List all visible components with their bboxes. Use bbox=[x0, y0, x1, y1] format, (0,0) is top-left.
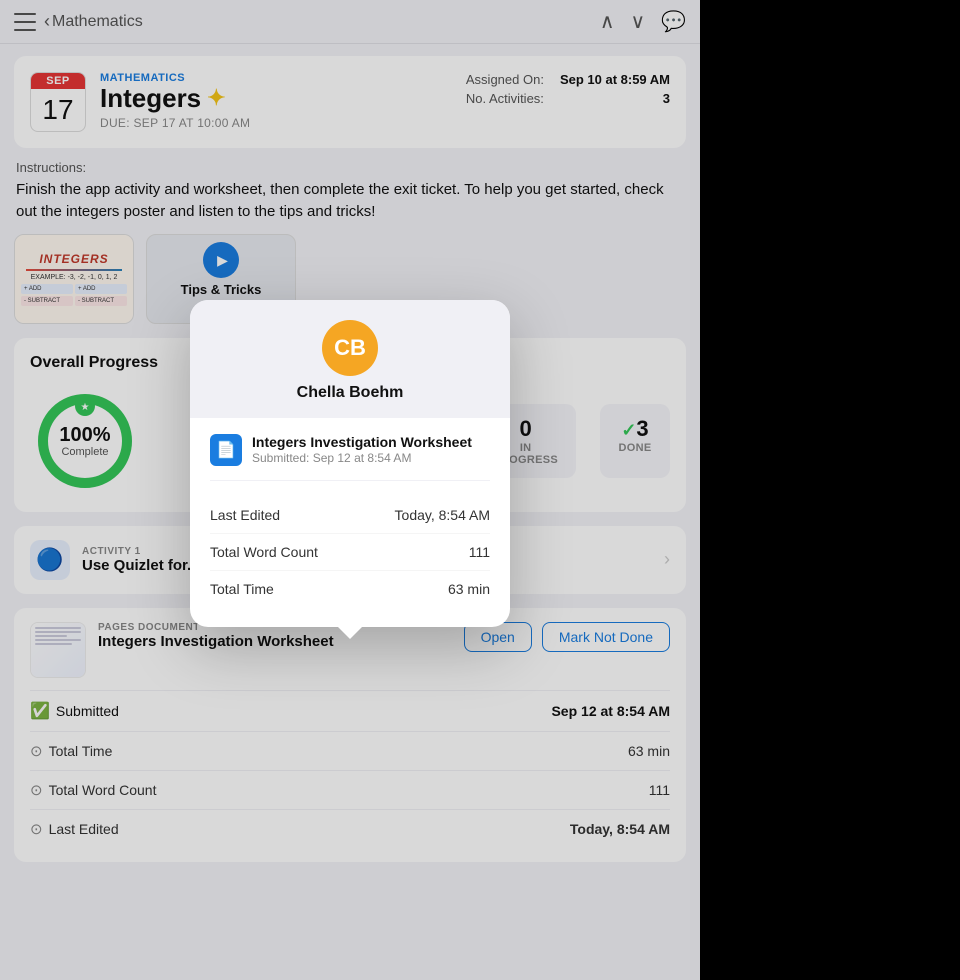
popup-body: 📄 Integers Investigation Worksheet Submi… bbox=[190, 418, 510, 627]
popup-word-count-val: 111 bbox=[469, 544, 490, 560]
student-avatar: CB bbox=[322, 320, 378, 376]
popup-last-edited-val: Today, 8:54 AM bbox=[395, 507, 490, 523]
popup-doc-name: Integers Investigation Worksheet bbox=[252, 434, 490, 451]
popup-arrow bbox=[338, 627, 362, 639]
popup-word-count-label: Total Word Count bbox=[210, 544, 318, 560]
popup-last-edited-label: Last Edited bbox=[210, 507, 280, 523]
student-name: Chella Boehm bbox=[210, 384, 490, 402]
popup-last-edited-row: Last Edited Today, 8:54 AM bbox=[210, 497, 490, 534]
popup-total-time-val: 63 min bbox=[448, 581, 490, 597]
popup-overlay: CB Chella Boehm 📄 Integers Investigation… bbox=[0, 0, 700, 980]
popup-doc-row: 📄 Integers Investigation Worksheet Submi… bbox=[210, 434, 490, 481]
popup-header: CB Chella Boehm bbox=[190, 300, 510, 418]
popup-total-time-row: Total Time 63 min bbox=[210, 571, 490, 607]
popup-doc-submitted: Submitted: Sep 12 at 8:54 AM bbox=[252, 451, 490, 465]
popup-doc-icon: 📄 bbox=[210, 434, 242, 466]
student-detail-popup: CB Chella Boehm 📄 Integers Investigation… bbox=[190, 300, 510, 627]
popup-word-count-row: Total Word Count 111 bbox=[210, 534, 490, 571]
popup-total-time-label: Total Time bbox=[210, 581, 274, 597]
